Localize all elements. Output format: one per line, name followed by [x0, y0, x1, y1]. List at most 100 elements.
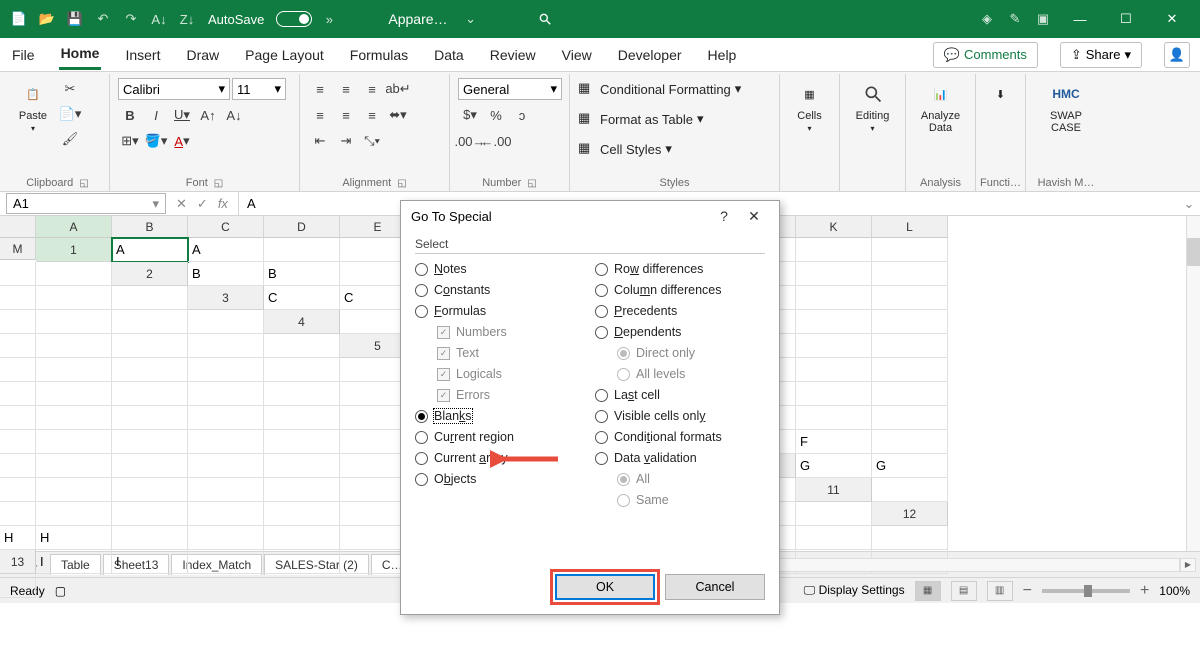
cell[interactable]: [188, 550, 264, 574]
cell[interactable]: [0, 382, 36, 406]
number-launcher[interactable]: ◱: [527, 178, 536, 189]
radio-column-differences[interactable]: Column differences: [595, 283, 765, 297]
col-header[interactable]: D: [264, 216, 340, 238]
col-header[interactable]: A: [36, 216, 112, 238]
fx-icon[interactable]: fx: [218, 196, 228, 211]
col-header[interactable]: L: [872, 216, 948, 238]
cell[interactable]: [796, 526, 872, 550]
cell[interactable]: [0, 286, 36, 310]
select-all-corner[interactable]: [0, 216, 36, 238]
open-icon[interactable]: 📂: [36, 8, 58, 30]
bold-button[interactable]: B: [118, 104, 142, 126]
radio-conditional-formats[interactable]: Conditional formats: [595, 430, 765, 444]
comma-button[interactable]: ͻ: [510, 104, 534, 126]
cell[interactable]: [264, 358, 340, 382]
cell[interactable]: [264, 406, 340, 430]
radio-constants[interactable]: Constants: [415, 283, 585, 297]
editing-button[interactable]: Editing▾: [848, 78, 897, 135]
font-name-combo[interactable]: Calibri▾: [118, 78, 230, 100]
cell[interactable]: F: [796, 430, 872, 454]
cell[interactable]: [0, 406, 36, 430]
radio-notes[interactable]: Notes: [415, 262, 585, 276]
italic-button[interactable]: I: [144, 104, 168, 126]
col-header[interactable]: M: [0, 238, 36, 260]
radio-data-validation[interactable]: Data validation: [595, 451, 765, 465]
merge-button[interactable]: ⬌▾: [386, 104, 410, 126]
cell[interactable]: [872, 334, 948, 358]
cut-icon[interactable]: ✂: [58, 78, 82, 100]
cell[interactable]: [188, 334, 264, 358]
cell[interactable]: [264, 550, 340, 574]
cell[interactable]: I: [36, 550, 112, 574]
cell[interactable]: [872, 310, 948, 334]
format-as-table-button[interactable]: ▦Format as Table ▾: [578, 108, 771, 130]
cell[interactable]: [872, 430, 948, 454]
cell[interactable]: [188, 502, 264, 526]
font-launcher[interactable]: ◱: [214, 178, 223, 189]
cell[interactable]: [264, 502, 340, 526]
tab-insert[interactable]: Insert: [123, 41, 162, 69]
col-header[interactable]: C: [188, 216, 264, 238]
tab-file[interactable]: File: [10, 41, 37, 69]
cell[interactable]: [112, 286, 188, 310]
align-middle-icon[interactable]: ≡: [334, 78, 358, 100]
fill-color-button[interactable]: 🪣▾: [144, 130, 168, 152]
cell[interactable]: [264, 238, 340, 262]
tray-icon[interactable]: ▣: [1032, 8, 1054, 30]
cell[interactable]: [36, 310, 112, 334]
undo-icon[interactable]: ↶: [92, 8, 114, 30]
cell[interactable]: [112, 334, 188, 358]
save-icon[interactable]: 💾: [64, 8, 86, 30]
ok-button[interactable]: OK: [555, 574, 655, 600]
cell-styles-button[interactable]: ▦Cell Styles ▾: [578, 138, 771, 160]
cell[interactable]: [188, 526, 264, 550]
cell[interactable]: C: [264, 286, 340, 310]
tab-pagelayout[interactable]: Page Layout: [243, 41, 326, 69]
tab-data[interactable]: Data: [432, 41, 466, 69]
row-header[interactable]: 2: [112, 262, 188, 286]
radio-last-cell[interactable]: Last cell: [595, 388, 765, 402]
cell[interactable]: [36, 502, 112, 526]
tab-view[interactable]: View: [560, 41, 594, 69]
cell[interactable]: [36, 286, 112, 310]
enter-formula-icon[interactable]: ✓: [197, 196, 208, 212]
cell[interactable]: [0, 358, 36, 382]
wand-icon[interactable]: ✎: [1004, 8, 1026, 30]
alignment-launcher[interactable]: ◱: [397, 178, 406, 189]
percent-button[interactable]: %: [484, 104, 508, 126]
row-header[interactable]: 11: [796, 478, 872, 502]
sort-desc-icon[interactable]: Z↓: [176, 8, 198, 30]
cell[interactable]: [264, 430, 340, 454]
radio-precedents[interactable]: Precedents: [595, 304, 765, 318]
functi-button[interactable]: ⬇: [984, 78, 1017, 110]
redo-icon[interactable]: ↷: [120, 8, 142, 30]
cell[interactable]: A: [112, 238, 188, 262]
cell[interactable]: [872, 262, 948, 286]
cell[interactable]: H: [0, 526, 36, 550]
shrink-font-button[interactable]: A↓: [222, 104, 246, 126]
cell[interactable]: [872, 358, 948, 382]
account-icon[interactable]: 👤: [1164, 42, 1190, 68]
paste-button[interactable]: 📋Paste▾: [14, 78, 52, 150]
cell[interactable]: [188, 382, 264, 406]
cell[interactable]: [796, 358, 872, 382]
align-center-icon[interactable]: ≡: [334, 104, 358, 126]
cell[interactable]: [112, 358, 188, 382]
row-header[interactable]: 4: [264, 310, 340, 334]
expand-formula-bar[interactable]: ⌄: [1178, 192, 1200, 215]
tab-developer[interactable]: Developer: [616, 41, 684, 69]
cell[interactable]: [796, 262, 872, 286]
sort-asc-icon[interactable]: A↓: [148, 8, 170, 30]
cell[interactable]: B: [188, 262, 264, 286]
align-top-icon[interactable]: ≡: [308, 78, 332, 100]
cell[interactable]: [112, 310, 188, 334]
cell[interactable]: I: [112, 550, 188, 574]
cell[interactable]: [0, 478, 36, 502]
cell[interactable]: [112, 526, 188, 550]
cell[interactable]: [872, 382, 948, 406]
align-bottom-icon[interactable]: ≡: [360, 78, 384, 100]
cell[interactable]: [112, 406, 188, 430]
cell[interactable]: [112, 502, 188, 526]
cell[interactable]: [796, 286, 872, 310]
cell[interactable]: [0, 454, 36, 478]
